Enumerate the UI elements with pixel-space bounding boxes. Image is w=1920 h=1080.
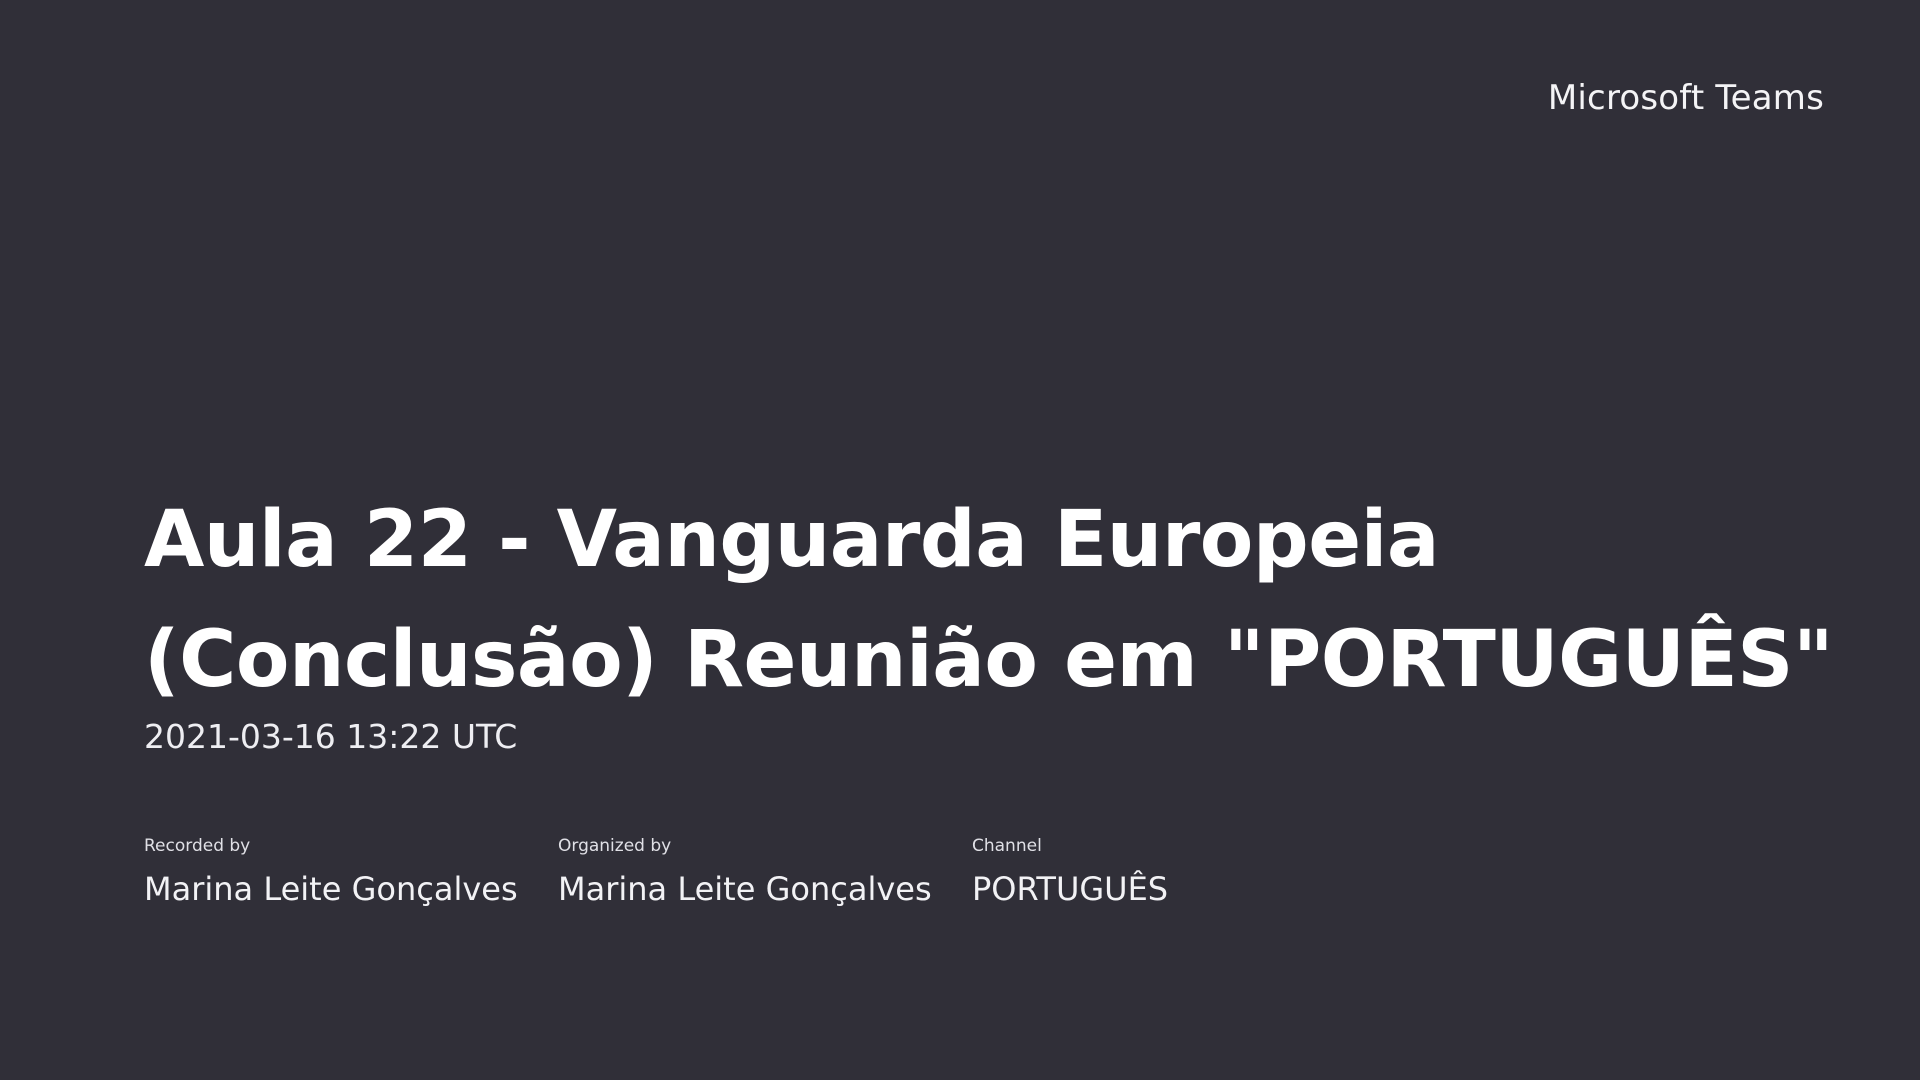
channel-label: Channel <box>972 836 1042 856</box>
organized-by-detail: Organized by Marina Leite Gonçalves <box>558 834 972 910</box>
meeting-title-line-1: Aula 22 - Vanguarda Europeia <box>144 495 1439 585</box>
recorded-by-value: Marina Leite Gonçalves <box>144 870 518 908</box>
meeting-timestamp: 2021-03-16 13:22 UTC <box>144 717 518 756</box>
meeting-details: Recorded by Marina Leite Gonçalves Organ… <box>144 834 1386 910</box>
channel-value: PORTUGUÊS <box>972 870 1169 908</box>
organized-by-label: Organized by <box>558 836 672 856</box>
meeting-title-line-2: (Conclusão) Reunião em "PORTUGUÊS" <box>144 615 1834 705</box>
channel-detail: Channel PORTUGUÊS <box>972 834 1386 910</box>
organized-by-value: Marina Leite Gonçalves <box>558 870 932 908</box>
microsoft-teams-brand: Microsoft Teams <box>1547 78 1824 118</box>
recording-title-slide: { "app": { "brand": "Microsoft Teams" },… <box>0 0 1920 1080</box>
recorded-by-detail: Recorded by Marina Leite Gonçalves <box>144 834 558 910</box>
recorded-by-label: Recorded by <box>144 836 251 856</box>
meeting-info: Aula 22 - Vanguarda Europeia (Conclusão)… <box>144 480 1844 760</box>
meeting-title: Aula 22 - Vanguarda Europeia (Conclusão)… <box>144 480 1844 720</box>
